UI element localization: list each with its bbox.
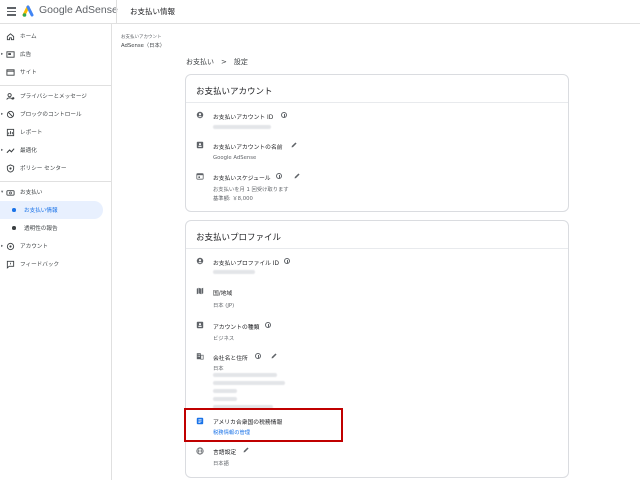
address-line <box>213 373 277 377</box>
sidebar-item-transparency-report[interactable]: 透明性の報告 <box>0 219 112 237</box>
block-icon <box>6 110 15 118</box>
address-country: 日本 <box>213 366 224 372</box>
chevron-right-icon: ▸ <box>1 111 4 117</box>
highlight-box <box>184 408 343 442</box>
threshold-value: 基準額: ￥8,000 <box>213 196 253 202</box>
address-line <box>213 381 285 385</box>
policy-icon <box>6 163 15 173</box>
breadcrumb: お支払い > 設定 <box>186 58 248 66</box>
chevron-down-icon: ▾ <box>1 189 4 195</box>
sidebar-item-block-controls[interactable]: ▸ ブロックのコントロール <box>0 105 112 123</box>
account-icon <box>6 242 15 250</box>
edit-icon[interactable] <box>242 446 250 454</box>
sidebar-item-reports[interactable]: レポート <box>0 123 112 141</box>
payment-account-card: お支払いアカウント お支払いアカウント ID お支払いアカウントの名前 Goog… <box>185 74 569 212</box>
account-name: AdSense（日本） <box>121 43 166 49</box>
address-line <box>213 389 237 393</box>
chevron-right-icon: ▸ <box>1 147 4 153</box>
contact-card-icon <box>196 141 204 149</box>
globe-icon <box>196 447 204 455</box>
info-icon[interactable] <box>255 353 261 359</box>
divider <box>186 248 568 249</box>
privacy-icon <box>6 92 15 100</box>
chevron-right-icon: ▸ <box>1 51 4 57</box>
sidebar-item-account[interactable]: ▸ アカウント <box>0 237 112 255</box>
page-title: お支払い情報 <box>130 7 175 16</box>
sidebar-item-policy-center[interactable]: ポリシー センター <box>0 159 112 177</box>
country-label: 国/地域 <box>213 291 233 297</box>
person-icon <box>196 111 204 119</box>
account-id-value <box>213 125 271 129</box>
sidebar: ホーム ▸ 広告 サイト プライバシーとメッセージ ▸ ブロックのコントロール … <box>0 24 112 480</box>
sidebar-item-optimization[interactable]: ▸ 最適化 <box>0 141 112 159</box>
card-title: お支払いアカウント <box>196 87 273 97</box>
info-icon[interactable] <box>276 173 282 179</box>
menu-icon[interactable] <box>7 7 16 16</box>
feedback-icon <box>6 260 15 269</box>
account-name-label: お支払いアカウントの名前 <box>213 145 283 151</box>
divider <box>0 181 112 182</box>
divider <box>116 0 117 24</box>
info-icon[interactable] <box>281 112 287 118</box>
address-line <box>213 397 237 401</box>
account-name-value: Google AdSense <box>213 155 257 161</box>
calendar-icon <box>196 173 204 180</box>
bullet-icon <box>12 226 16 230</box>
payments-icon <box>6 189 15 196</box>
edit-icon[interactable] <box>293 172 301 180</box>
card-title: お支払いプロファイル <box>196 233 282 243</box>
home-icon <box>6 32 15 40</box>
sidebar-item-payments[interactable]: ▾ お支払い <box>0 183 112 201</box>
divider <box>0 85 112 86</box>
country-value: 日本 (JP) <box>213 303 235 309</box>
edit-icon[interactable] <box>290 141 298 149</box>
ads-icon <box>6 50 15 58</box>
account-id-label: お支払いアカウント ID <box>213 115 274 121</box>
account-label: お支払いアカウント <box>121 35 162 40</box>
info-icon[interactable] <box>265 322 271 328</box>
profile-id-label: お支払いプロファイル ID <box>213 261 279 267</box>
schedule-label: お支払いスケジュール <box>213 176 271 182</box>
contact-card-icon <box>196 321 204 329</box>
account-type-label: アカウントの種類 <box>213 325 260 331</box>
edit-icon[interactable] <box>270 352 278 360</box>
schedule-value: お支払いを月 1 回受け取ります <box>213 187 289 193</box>
company-address-label: 会社名と住所 <box>213 356 248 362</box>
chevron-right-icon: ▸ <box>1 243 4 249</box>
profile-id-value <box>213 270 255 274</box>
map-icon <box>196 287 204 295</box>
bullet-icon <box>12 208 16 212</box>
sidebar-item-payment-info[interactable]: お支払い情報 <box>0 201 103 219</box>
report-icon <box>6 128 15 136</box>
adsense-logo-icon <box>22 5 34 17</box>
app-name: Google AdSense <box>39 4 118 16</box>
person-icon <box>196 257 204 265</box>
sidebar-item-home[interactable]: ホーム <box>0 27 112 45</box>
sidebar-item-ads[interactable]: ▸ 広告 <box>0 45 112 63</box>
building-icon <box>196 353 204 360</box>
top-bar: Google AdSense お支払い情報 <box>0 0 640 24</box>
divider <box>186 102 568 103</box>
info-icon[interactable] <box>284 258 290 264</box>
account-type-value: ビジネス <box>213 336 235 342</box>
sidebar-item-privacy[interactable]: プライバシーとメッセージ <box>0 87 112 105</box>
sidebar-item-feedback[interactable]: フィードバック <box>0 255 112 273</box>
sites-icon <box>6 68 15 76</box>
sidebar-item-sites[interactable]: サイト <box>0 63 112 81</box>
language-label: 言語設定 <box>213 450 237 456</box>
language-value: 日本語 <box>213 461 229 467</box>
optimize-icon <box>6 147 15 153</box>
